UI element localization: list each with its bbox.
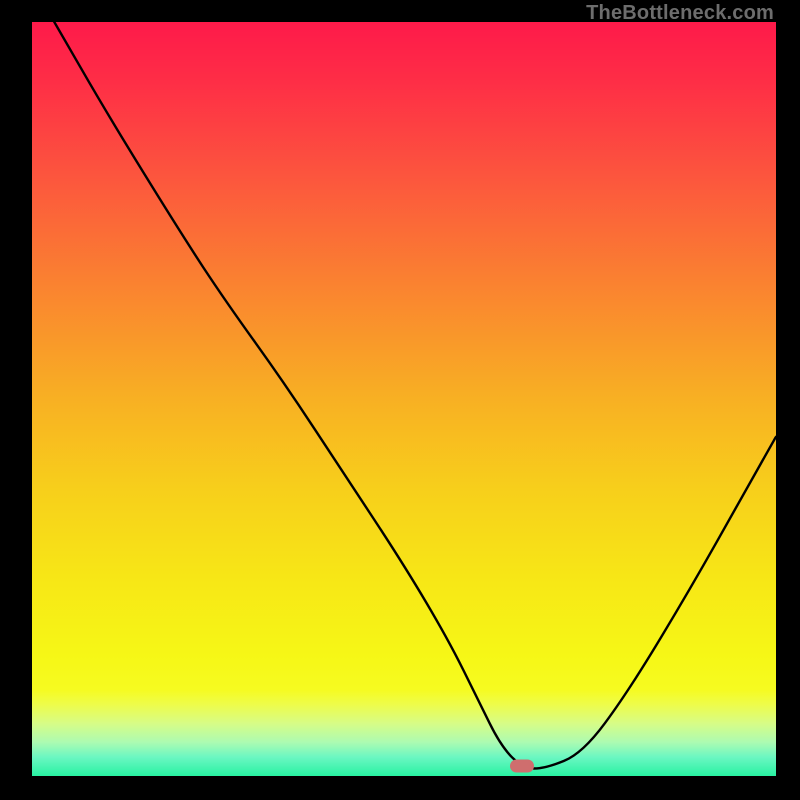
watermark-text: TheBottleneck.com xyxy=(586,2,774,25)
optimal-point-marker xyxy=(510,760,534,773)
bottleneck-curve xyxy=(32,22,776,776)
plot-area xyxy=(32,22,776,776)
chart-frame: TheBottleneck.com xyxy=(0,0,800,800)
